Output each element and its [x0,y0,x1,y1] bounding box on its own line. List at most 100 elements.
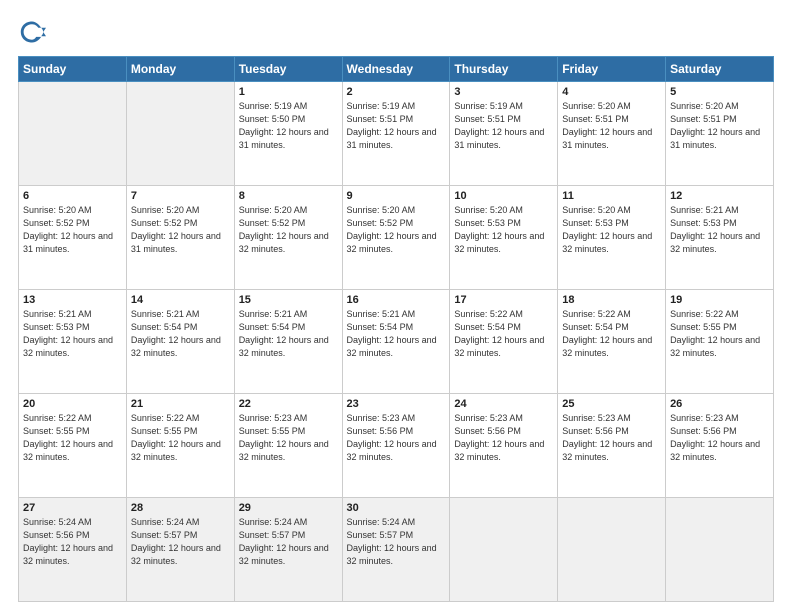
calendar-week-1: 1 Sunrise: 5:19 AMSunset: 5:50 PMDaylight… [19,82,774,186]
day-number: 10 [454,190,553,202]
calendar-table: SundayMondayTuesdayWednesdayThursdayFrid… [18,56,774,602]
day-info: Sunrise: 5:23 AMSunset: 5:55 PMDaylight:… [239,413,329,462]
day-info: Sunrise: 5:23 AMSunset: 5:56 PMDaylight:… [670,413,760,462]
calendar-cell: 1 Sunrise: 5:19 AMSunset: 5:50 PMDaylight… [234,82,342,186]
day-info: Sunrise: 5:19 AMSunset: 5:51 PMDaylight:… [347,101,437,150]
calendar-week-4: 20 Sunrise: 5:22 AMSunset: 5:55 PMDayligh… [19,394,774,498]
day-number: 22 [239,398,338,410]
logo-icon [18,18,46,46]
day-info: Sunrise: 5:20 AMSunset: 5:52 PMDaylight:… [23,205,113,254]
day-info: Sunrise: 5:22 AMSunset: 5:55 PMDaylight:… [670,309,760,358]
column-header-wednesday: Wednesday [342,57,450,82]
calendar-cell: 14Sunrise: 5:21 AMSunset: 5:54 PMDayligh… [126,290,234,394]
day-number: 29 [239,502,338,514]
day-info: Sunrise: 5:22 AMSunset: 5:54 PMDaylight:… [454,309,544,358]
column-header-monday: Monday [126,57,234,82]
day-number: 12 [670,190,769,202]
day-number: 23 [347,398,446,410]
day-number: 21 [131,398,230,410]
day-info: Sunrise: 5:23 AMSunset: 5:56 PMDaylight:… [454,413,544,462]
day-info: Sunrise: 5:20 AMSunset: 5:53 PMDaylight:… [562,205,652,254]
calendar-cell: 2 Sunrise: 5:19 AMSunset: 5:51 PMDaylight… [342,82,450,186]
day-info: Sunrise: 5:21 AMSunset: 5:54 PMDaylight:… [239,309,329,358]
column-header-friday: Friday [558,57,666,82]
calendar-cell: 10Sunrise: 5:20 AMSunset: 5:53 PMDayligh… [450,186,558,290]
day-number: 4 [562,86,661,98]
calendar-cell [19,82,127,186]
calendar-body: 1 Sunrise: 5:19 AMSunset: 5:50 PMDaylight… [19,82,774,602]
day-number: 26 [670,398,769,410]
day-info: Sunrise: 5:21 AMSunset: 5:54 PMDaylight:… [347,309,437,358]
calendar-cell: 30 Sunrise: 5:24 AMSunset: 5:57 PMDayligh… [342,498,450,602]
day-info: Sunrise: 5:24 AMSunset: 5:57 PMDaylight:… [131,517,221,566]
day-number: 15 [239,294,338,306]
day-info: Sunrise: 5:19 AMSunset: 5:50 PMDaylight:… [239,101,329,150]
day-number: 7 [131,190,230,202]
day-number: 24 [454,398,553,410]
day-number: 13 [23,294,122,306]
day-info: Sunrise: 5:20 AMSunset: 5:51 PMDaylight:… [562,101,652,150]
day-number: 9 [347,190,446,202]
calendar-week-2: 6 Sunrise: 5:20 AMSunset: 5:52 PMDaylight… [19,186,774,290]
day-info: Sunrise: 5:24 AMSunset: 5:57 PMDaylight:… [347,517,437,566]
day-number: 2 [347,86,446,98]
day-info: Sunrise: 5:23 AMSunset: 5:56 PMDaylight:… [347,413,437,462]
day-number: 18 [562,294,661,306]
calendar-cell: 5Sunrise: 5:20 AMSunset: 5:51 PMDaylight… [666,82,774,186]
day-number: 30 [347,502,446,514]
day-info: Sunrise: 5:21 AMSunset: 5:54 PMDaylight:… [131,309,221,358]
calendar-cell: 24 Sunrise: 5:23 AMSunset: 5:56 PMDayligh… [450,394,558,498]
day-number: 28 [131,502,230,514]
calendar-cell: 11 Sunrise: 5:20 AMSunset: 5:53 PMDayligh… [558,186,666,290]
day-number: 20 [23,398,122,410]
header [18,18,774,46]
calendar-cell: 8 Sunrise: 5:20 AMSunset: 5:52 PMDaylight… [234,186,342,290]
day-number: 1 [239,86,338,98]
day-info: Sunrise: 5:19 AMSunset: 5:51 PMDaylight:… [454,101,544,150]
day-info: Sunrise: 5:23 AMSunset: 5:56 PMDaylight:… [562,413,652,462]
day-info: Sunrise: 5:22 AMSunset: 5:55 PMDaylight:… [23,413,113,462]
calendar-cell: 7 Sunrise: 5:20 AMSunset: 5:52 PMDaylight… [126,186,234,290]
day-number: 3 [454,86,553,98]
day-info: Sunrise: 5:20 AMSunset: 5:51 PMDaylight:… [670,101,760,150]
calendar-cell [450,498,558,602]
calendar-cell: 19 Sunrise: 5:22 AMSunset: 5:55 PMDayligh… [666,290,774,394]
column-header-saturday: Saturday [666,57,774,82]
logo [18,18,50,46]
calendar-cell: 6 Sunrise: 5:20 AMSunset: 5:52 PMDaylight… [19,186,127,290]
calendar-cell: 18 Sunrise: 5:22 AMSunset: 5:54 PMDayligh… [558,290,666,394]
day-number: 19 [670,294,769,306]
calendar-cell: 27 Sunrise: 5:24 AMSunset: 5:56 PMDayligh… [19,498,127,602]
day-info: Sunrise: 5:21 AMSunset: 5:53 PMDaylight:… [23,309,113,358]
day-info: Sunrise: 5:20 AMSunset: 5:52 PMDaylight:… [239,205,329,254]
calendar-cell [126,82,234,186]
calendar-cell [666,498,774,602]
day-number: 8 [239,190,338,202]
calendar-cell: 23 Sunrise: 5:23 AMSunset: 5:56 PMDayligh… [342,394,450,498]
calendar-week-3: 13 Sunrise: 5:21 AMSunset: 5:53 PMDayligh… [19,290,774,394]
day-number: 6 [23,190,122,202]
day-number: 25 [562,398,661,410]
day-info: Sunrise: 5:20 AMSunset: 5:52 PMDaylight:… [131,205,221,254]
day-info: Sunrise: 5:24 AMSunset: 5:57 PMDaylight:… [239,517,329,566]
calendar-cell: 28 Sunrise: 5:24 AMSunset: 5:57 PMDayligh… [126,498,234,602]
column-header-sunday: Sunday [19,57,127,82]
calendar-cell: 9 Sunrise: 5:20 AMSunset: 5:52 PMDaylight… [342,186,450,290]
day-info: Sunrise: 5:22 AMSunset: 5:54 PMDaylight:… [562,309,652,358]
calendar-cell: 20 Sunrise: 5:22 AMSunset: 5:55 PMDayligh… [19,394,127,498]
column-header-tuesday: Tuesday [234,57,342,82]
day-info: Sunrise: 5:20 AMSunset: 5:52 PMDaylight:… [347,205,437,254]
calendar-cell: 25 Sunrise: 5:23 AMSunset: 5:56 PMDayligh… [558,394,666,498]
calendar-cell: 16Sunrise: 5:21 AMSunset: 5:54 PMDayligh… [342,290,450,394]
calendar-cell: 21 Sunrise: 5:22 AMSunset: 5:55 PMDayligh… [126,394,234,498]
day-number: 27 [23,502,122,514]
calendar-cell: 17 Sunrise: 5:22 AMSunset: 5:54 PMDayligh… [450,290,558,394]
page: SundayMondayTuesdayWednesdayThursdayFrid… [0,0,792,612]
calendar-week-5: 27 Sunrise: 5:24 AMSunset: 5:56 PMDayligh… [19,498,774,602]
day-info: Sunrise: 5:21 AMSunset: 5:53 PMDaylight:… [670,205,760,254]
day-number: 11 [562,190,661,202]
calendar-cell: 29 Sunrise: 5:24 AMSunset: 5:57 PMDayligh… [234,498,342,602]
day-info: Sunrise: 5:24 AMSunset: 5:56 PMDaylight:… [23,517,113,566]
day-number: 17 [454,294,553,306]
day-info: Sunrise: 5:22 AMSunset: 5:55 PMDaylight:… [131,413,221,462]
